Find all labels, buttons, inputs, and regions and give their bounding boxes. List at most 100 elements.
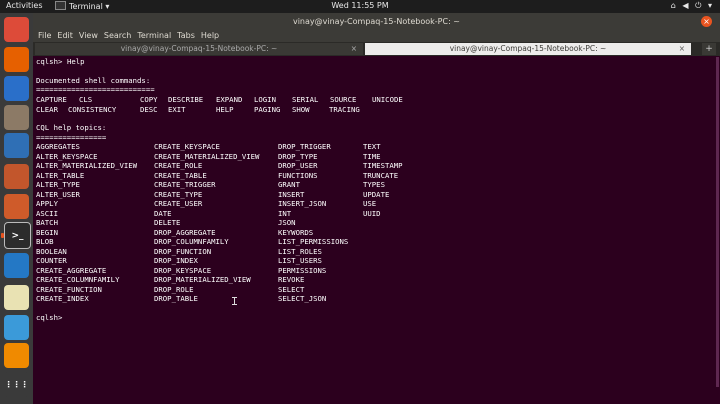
shell-command: EXIT bbox=[168, 104, 186, 114]
help-topic: BEGIN bbox=[36, 227, 58, 237]
terminal-icon[interactable]: >_ bbox=[1, 222, 31, 249]
shell-command: EXPAND bbox=[216, 95, 243, 104]
help-topic: DROP_TABLE bbox=[154, 294, 198, 303]
help-topic: JSON bbox=[278, 218, 296, 227]
close-tab-icon[interactable]: × bbox=[351, 43, 357, 55]
help-topic: ALTER_USER bbox=[36, 189, 80, 199]
menu-terminal[interactable]: Terminal bbox=[137, 31, 171, 40]
thunderbird-icon[interactable] bbox=[4, 76, 29, 101]
help-topic: CREATE_AGGREGATE bbox=[36, 265, 107, 275]
help-topic: DROP_MATERIALIZED_VIEW bbox=[154, 275, 251, 284]
help-topic: CREATE_KEYSPACE bbox=[154, 142, 220, 151]
shell-command: CLS bbox=[79, 95, 93, 104]
shell-command: CONSISTENCY bbox=[68, 104, 117, 114]
tab-1[interactable]: vinay@vinay-Compaq-15-Notebook-PC: ~ × bbox=[35, 43, 363, 55]
scrollbar[interactable] bbox=[716, 57, 719, 387]
software-icon[interactable] bbox=[4, 194, 29, 219]
mouse-text-cursor bbox=[232, 297, 237, 305]
help-topic: COUNTER bbox=[36, 256, 67, 265]
help-topic: DATE bbox=[154, 208, 172, 218]
rule-text: ================ bbox=[36, 132, 107, 142]
editor-icon[interactable] bbox=[4, 285, 29, 310]
menu-edit[interactable]: Edit bbox=[57, 31, 73, 40]
app-menu-button[interactable]: Terminal ▾ bbox=[55, 1, 109, 11]
apps-grid-icon[interactable]: ⋮⋮⋮ bbox=[4, 372, 29, 397]
vlc-icon[interactable] bbox=[4, 343, 29, 368]
help-topic: BOOLEAN bbox=[36, 246, 67, 256]
help-topic: CREATE_ROLE bbox=[154, 161, 203, 170]
vscode-icon[interactable] bbox=[4, 253, 29, 278]
shell-command: HELP bbox=[216, 104, 234, 114]
prompt: cqlsh> bbox=[36, 313, 63, 322]
help-topic: ALTER_KEYSPACE bbox=[36, 151, 98, 161]
window-title: vinay@vinay-Compaq-15-Notebook-PC: ~ bbox=[292, 17, 461, 26]
help-topic: INT bbox=[278, 208, 292, 218]
shell-command: UNICODE bbox=[372, 95, 403, 104]
close-window-icon[interactable]: × bbox=[701, 16, 712, 27]
shell-command: DESC bbox=[140, 104, 158, 114]
help-topic: LIST_ROLES bbox=[278, 246, 322, 256]
help-topic: DROP_USER bbox=[278, 161, 318, 170]
menu-bar: File Edit View Search Terminal Tabs Help bbox=[33, 30, 720, 42]
command-text: Help bbox=[67, 57, 85, 66]
help-topic: DROP_FUNCTION bbox=[154, 246, 212, 256]
help-topic: BATCH bbox=[36, 218, 58, 227]
settings-icon[interactable] bbox=[4, 315, 29, 340]
help-topic: ASCII bbox=[36, 208, 58, 218]
tab-2-active[interactable]: vinay@vinay-Compaq-15-Notebook-PC: ~ × bbox=[365, 43, 691, 55]
help-topic: TIME bbox=[363, 151, 381, 161]
top-bar: Activities Terminal ▾ Wed 11:55 PM ⌂ ◀ ⏻… bbox=[0, 0, 720, 13]
help-topic: DROP_AGGREGATE bbox=[154, 227, 216, 237]
clock[interactable]: Wed 11:55 PM bbox=[331, 1, 388, 10]
help-topic: SELECT_JSON bbox=[278, 294, 327, 303]
activities-button[interactable]: Activities bbox=[6, 1, 43, 10]
help-topic: CREATE_FUNCTION bbox=[36, 284, 102, 294]
help-topic: TRUNCATE bbox=[363, 170, 399, 180]
shell-command: DESCRIBE bbox=[168, 95, 204, 104]
help-topic: DELETE bbox=[154, 218, 181, 227]
help-topic: KEYWORDS bbox=[278, 227, 314, 237]
help-topic: GRANT bbox=[278, 180, 300, 189]
help-topic: CREATE_COLUMNFAMILY bbox=[36, 275, 120, 284]
new-tab-button[interactable]: + bbox=[702, 43, 716, 55]
menu-search[interactable]: Search bbox=[104, 31, 131, 40]
impress-icon[interactable] bbox=[4, 164, 29, 189]
help-topic: DROP_KEYSPACE bbox=[154, 265, 212, 275]
files-icon[interactable] bbox=[4, 105, 29, 130]
help-topic: LIST_PERMISSIONS bbox=[278, 237, 349, 246]
shell-command: SHOW bbox=[292, 104, 310, 114]
help-topic: CREATE_INDEX bbox=[36, 294, 89, 303]
close-tab-icon[interactable]: × bbox=[679, 43, 685, 55]
shell-command: SOURCE bbox=[330, 95, 357, 104]
help-topic: REVOKE bbox=[278, 275, 305, 284]
system-status-icons[interactable]: ⌂ ◀ ⏻ ▾ bbox=[671, 1, 714, 11]
menu-view[interactable]: View bbox=[79, 31, 98, 40]
shell-command: CAPTURE bbox=[36, 95, 67, 104]
help-topic: LIST_USERS bbox=[278, 256, 322, 265]
terminal-small-icon bbox=[55, 1, 66, 10]
chrome-icon[interactable] bbox=[4, 17, 29, 42]
help-topic: DROP_ROLE bbox=[154, 284, 194, 294]
tab-bar: vinay@vinay-Compaq-15-Notebook-PC: ~ × v… bbox=[33, 42, 720, 56]
window-titlebar[interactable]: vinay@vinay-Compaq-15-Notebook-PC: ~ × bbox=[33, 13, 720, 30]
help-topic: APPLY bbox=[36, 199, 58, 208]
menu-help[interactable]: Help bbox=[201, 31, 219, 40]
doc-heading-text: Documented shell commands: bbox=[36, 76, 151, 85]
shell-command: LOGIN bbox=[254, 95, 276, 104]
help-topic: DROP_TRIGGER bbox=[278, 142, 331, 151]
tab-1-label: vinay@vinay-Compaq-15-Notebook-PC: ~ bbox=[120, 44, 278, 53]
help-topic: CREATE_TYPE bbox=[154, 189, 203, 199]
chevron-down-icon: ▾ bbox=[105, 2, 110, 11]
shell-command: TRACING bbox=[329, 104, 360, 114]
app-menu-label: Terminal bbox=[69, 2, 103, 11]
help-topic: DROP_TYPE bbox=[278, 151, 318, 161]
firefox-icon[interactable] bbox=[4, 47, 29, 72]
help-topic: ALTER_MATERIALIZED_VIEW bbox=[36, 161, 138, 170]
help-topic: USE bbox=[363, 199, 377, 208]
terminal-output[interactable]: cqlsh> Help Documented shell commands: ===… bbox=[36, 57, 696, 387]
menu-file[interactable]: File bbox=[38, 31, 51, 40]
menu-tabs[interactable]: Tabs bbox=[177, 31, 195, 40]
writer-icon[interactable] bbox=[4, 133, 29, 158]
help-topic: DROP_COLUMNFAMILY bbox=[154, 237, 229, 246]
help-topic: CREATE_MATERIALIZED_VIEW bbox=[154, 151, 260, 161]
